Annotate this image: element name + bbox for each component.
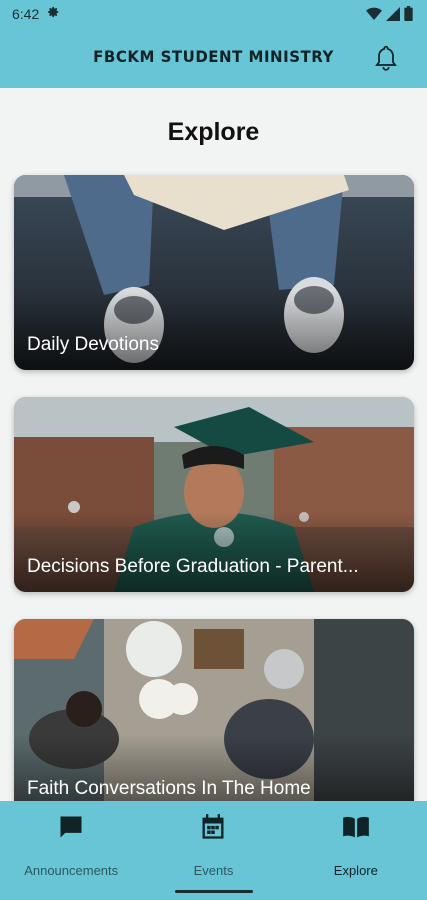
explore-card-list: Daily Devotions Decisions Before Graduat… xyxy=(14,175,414,841)
explore-card-faith-conversations[interactable]: Faith Conversations In The Home xyxy=(14,619,414,814)
book-icon xyxy=(342,816,369,838)
nav-announcements[interactable]: Announcements xyxy=(0,801,142,900)
nav-events[interactable]: Events xyxy=(142,801,284,900)
nav-label: Announcements xyxy=(24,863,119,878)
bottom-navigation: Announcements Events Explore xyxy=(0,801,427,900)
card-label: Decisions Before Graduation - Parent... xyxy=(27,556,359,577)
explore-card-daily-devotions[interactable]: Daily Devotions xyxy=(14,175,414,370)
explore-card-decisions-before-graduation[interactable]: Decisions Before Graduation - Parent... xyxy=(14,397,414,592)
bell-icon[interactable] xyxy=(373,44,399,72)
nav-explore[interactable]: Explore xyxy=(285,801,427,900)
signal-icon xyxy=(386,6,400,21)
app-title: FBCKM STUDENT MINISTRY xyxy=(93,47,334,67)
home-indicator xyxy=(175,890,253,893)
nav-label: Events xyxy=(193,863,234,878)
card-label: Faith Conversations In The Home xyxy=(27,778,311,799)
page-title: Explore xyxy=(167,118,260,146)
battery-icon xyxy=(404,6,413,21)
card-shade xyxy=(14,512,414,592)
system-icons xyxy=(366,6,413,21)
gear-icon xyxy=(48,6,59,18)
app-header: 6:42 FBCKM STUDENT MINISTRY xyxy=(0,0,427,88)
status-time: 6:42 xyxy=(12,6,40,22)
card-label: Daily Devotions xyxy=(27,334,159,355)
card-shade xyxy=(14,290,414,370)
calendar-icon xyxy=(202,814,224,839)
nav-label: Explore xyxy=(333,863,378,878)
chat-icon xyxy=(60,816,82,838)
status-bar: 6:42 xyxy=(0,0,427,28)
wifi-icon xyxy=(366,7,382,20)
